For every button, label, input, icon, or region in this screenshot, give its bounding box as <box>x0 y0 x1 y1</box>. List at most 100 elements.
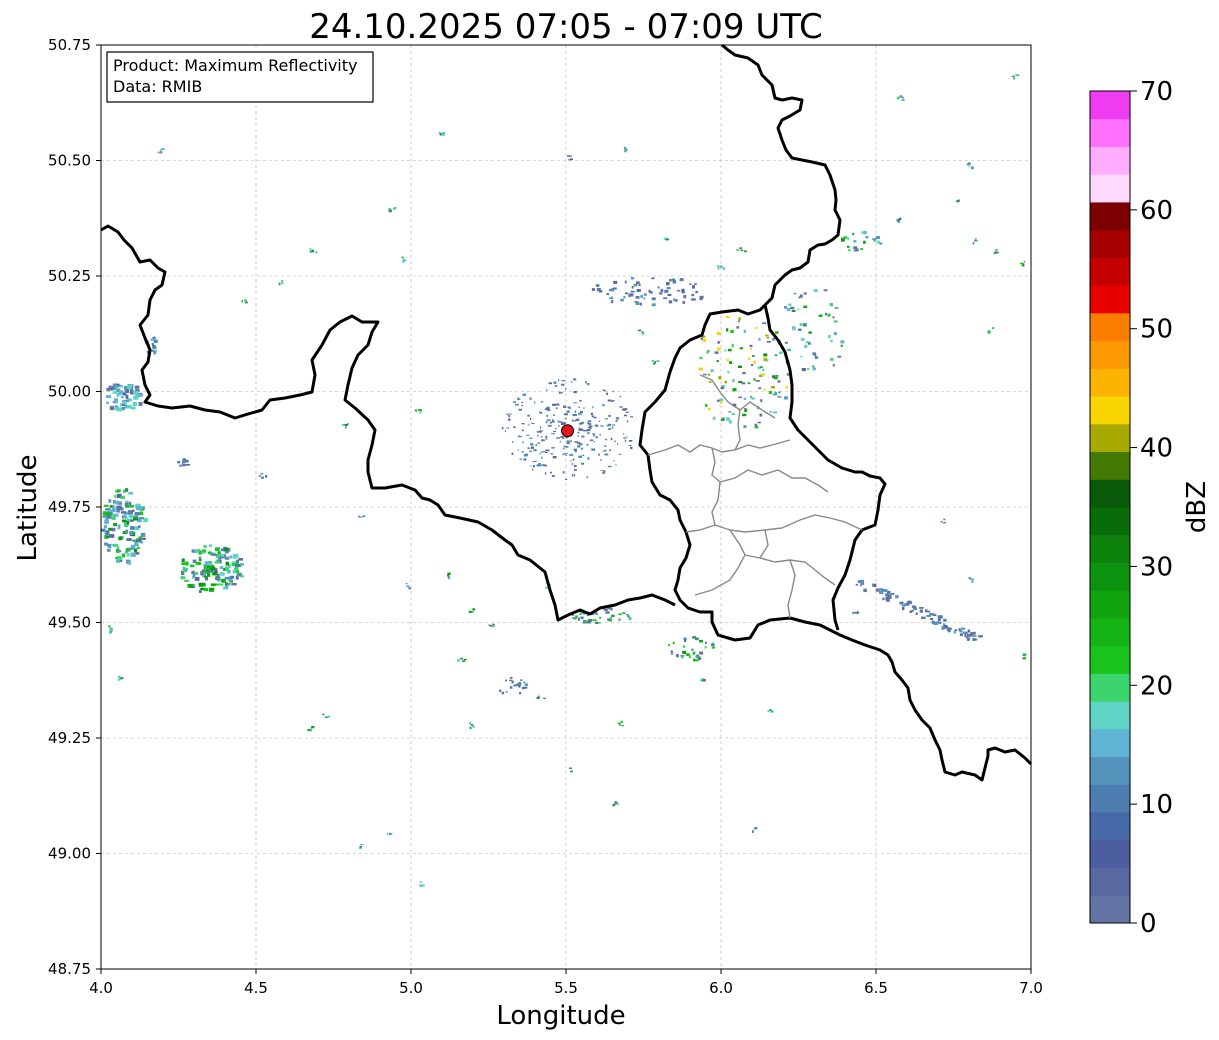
echo-cell <box>108 499 112 503</box>
colorbar-swatch <box>1090 257 1130 286</box>
echo-cell <box>943 518 946 521</box>
echo-cell <box>587 432 590 435</box>
echo-cell <box>344 423 348 426</box>
echo-cell <box>315 251 318 253</box>
echo-cell <box>125 394 129 399</box>
echo-cell <box>622 612 626 614</box>
echo-cell <box>491 625 495 627</box>
echo-cell <box>885 593 890 597</box>
echo-cell <box>118 501 123 505</box>
echo-cell <box>716 331 721 335</box>
echo-cell <box>742 372 746 375</box>
echo-cell <box>134 385 140 389</box>
echo-cell <box>554 385 558 387</box>
echo-cell <box>692 651 696 655</box>
echo-cell <box>698 367 703 371</box>
echo-cell <box>863 230 867 235</box>
echo-cell <box>529 397 532 400</box>
echo-cell <box>281 280 284 284</box>
echo-cell <box>586 476 588 479</box>
echo-cell <box>565 446 569 448</box>
echo-cell <box>624 147 627 150</box>
echo-cell <box>419 885 423 887</box>
echo-cell <box>108 543 112 549</box>
echo-cell <box>609 297 612 299</box>
echo-cell <box>307 729 311 731</box>
echo-cell <box>744 408 748 412</box>
echo-cell <box>604 453 609 456</box>
echo-cell <box>611 614 615 618</box>
echo-cell <box>561 380 566 382</box>
echo-cell <box>132 539 136 542</box>
echo-cell <box>527 424 530 426</box>
echo-cell <box>736 326 740 329</box>
echo-cell <box>793 292 797 295</box>
echo-cell <box>505 691 508 693</box>
echo-cell <box>527 414 530 417</box>
x-tick-label: 5.5 <box>554 979 578 997</box>
echo-cell <box>309 248 312 250</box>
echo-cell <box>322 713 325 716</box>
echo-cell <box>122 401 127 405</box>
x-tick-label: 6.5 <box>864 979 888 997</box>
echo-cell <box>966 638 970 641</box>
echo-cell <box>187 584 193 588</box>
echo-cell <box>653 362 655 365</box>
echo-cell <box>770 386 775 389</box>
echo-cell <box>626 436 628 438</box>
echo-cell <box>615 464 617 466</box>
echo-cell <box>501 427 504 430</box>
echo-cell <box>555 427 557 430</box>
echo-cell <box>651 277 655 280</box>
echo-cell <box>830 358 834 361</box>
echo-cell <box>200 571 204 576</box>
echo-cell <box>615 417 620 420</box>
echo-cell <box>118 550 122 553</box>
map-title: 24.10.2025 07:05 - 07:09 UTC <box>309 7 823 47</box>
echo-cell <box>814 356 819 359</box>
echo-cell <box>205 571 209 574</box>
colorbar-tick-label: 40 <box>1140 434 1173 464</box>
echo-cell <box>763 356 767 359</box>
echo-cell <box>438 132 441 134</box>
echo-cell <box>419 881 423 883</box>
echo-cell <box>743 329 746 333</box>
echo-cell <box>204 587 209 592</box>
echo-cell <box>727 371 730 374</box>
echo-cell <box>749 347 753 350</box>
echo-cell <box>947 629 951 633</box>
echo-cell <box>766 358 769 362</box>
echo-cell <box>546 414 549 417</box>
echo-cell <box>392 207 396 210</box>
echo-cell <box>563 452 568 454</box>
y-tick-label: 50.00 <box>48 383 91 401</box>
echo-cell <box>750 396 753 398</box>
echo-cell <box>902 606 905 611</box>
colorbar-tick-label: 0 <box>1140 909 1157 939</box>
colorbar-swatch <box>1090 451 1130 480</box>
echo-cell <box>740 249 743 252</box>
x-tick-label: 6.0 <box>709 979 733 997</box>
echo-cell <box>472 608 476 611</box>
echo-cell <box>572 617 577 620</box>
echo-cell <box>583 620 585 624</box>
echo-cell <box>603 470 606 473</box>
echo-cell <box>215 576 219 581</box>
echo-cell <box>720 400 722 404</box>
echo-cell <box>812 367 817 371</box>
echo-cell <box>587 457 590 460</box>
echo-cell <box>718 376 722 380</box>
colorbar-swatch <box>1090 673 1130 702</box>
colorbar-tick-label: 50 <box>1140 315 1173 345</box>
echo-cell <box>667 293 672 297</box>
echo-cell <box>561 422 565 426</box>
echo-cell <box>111 516 116 520</box>
echo-cell <box>570 158 573 161</box>
echo-cell <box>113 406 119 410</box>
echo-cell <box>968 577 972 580</box>
echo-cell <box>760 373 765 376</box>
echo-cell <box>753 378 756 381</box>
echo-cell <box>702 338 707 342</box>
echo-cell <box>231 561 236 564</box>
echo-cell <box>766 341 771 343</box>
